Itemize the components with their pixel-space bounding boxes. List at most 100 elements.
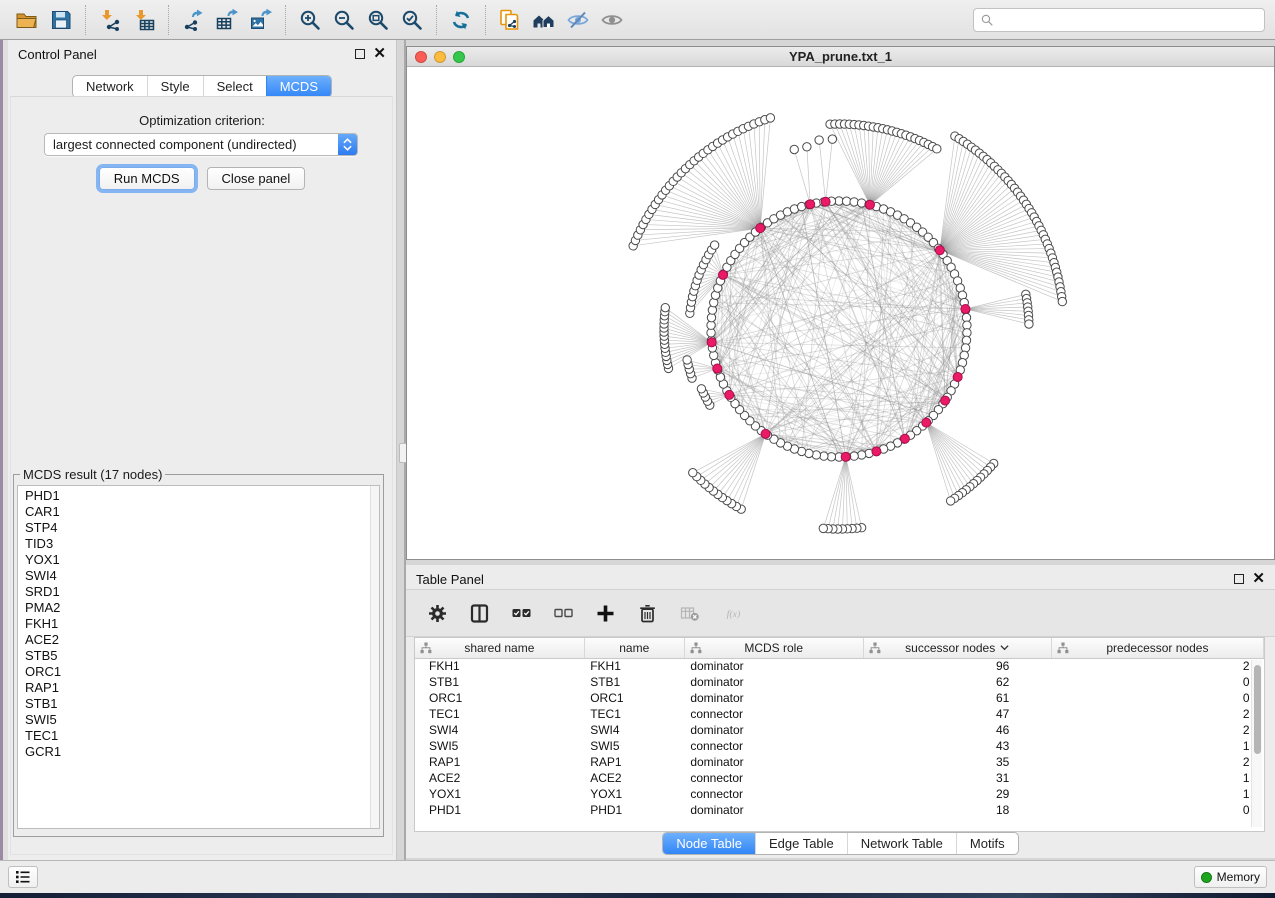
close-panel-button[interactable]: Close panel [207,167,306,190]
search-input[interactable] [994,10,1258,30]
table-row[interactable]: SWI5SWI5connector431 [415,738,1264,754]
window-minimize-button[interactable] [434,51,446,63]
table-row[interactable]: ACE2ACE2connector311 [415,770,1264,786]
table-scrollbar-thumb[interactable] [1254,665,1261,754]
network-edges [633,118,1062,529]
network-window-titlebar[interactable]: YPA_prune.txt_1 [407,47,1274,67]
open-file-button[interactable] [10,4,44,36]
tab-network-table[interactable]: Network Table [847,833,956,854]
export-network-button[interactable] [176,4,210,36]
search-icon [980,13,994,27]
table-row[interactable]: SWI4SWI4dominator462 [415,722,1264,738]
mcds-node-item[interactable]: FKH1 [25,616,379,632]
mcds-node-item[interactable]: SRD1 [25,584,379,600]
mcds-node-item[interactable]: PHD1 [25,488,379,504]
network-canvas[interactable] [407,67,1274,559]
close-table-panel-icon[interactable]: ✕ [1252,574,1265,584]
cell: SWI4 [415,722,584,738]
zoom-in-icon [298,8,322,32]
column-header-mcds-role[interactable]: MCDS role [684,638,863,658]
criterion-select[interactable]: largest connected component (undirected) [44,133,358,156]
tab-mcds[interactable]: MCDS [266,76,331,97]
tab-motifs[interactable]: Motifs [956,833,1018,854]
table-row[interactable]: YOX1YOX1connector291 [415,786,1264,802]
mcds-node-item[interactable]: STP4 [25,520,379,536]
window-close-button[interactable] [415,51,427,63]
zoom-out-button[interactable] [327,4,361,36]
mcds-hub-node [707,338,716,347]
run-mcds-button[interactable]: Run MCDS [99,167,195,190]
mcds-node-item[interactable]: SWI5 [25,712,379,728]
import-network-button[interactable] [93,4,127,36]
mcds-node-item[interactable]: TID3 [25,536,379,552]
mcds-node-item[interactable]: TEC1 [25,728,379,744]
add-column-button[interactable] [592,600,618,626]
mcds-node-item[interactable]: RAP1 [25,680,379,696]
mcds-node-item[interactable]: YOX1 [25,552,379,568]
table-row[interactable]: RAP1RAP1dominator352 [415,754,1264,770]
close-panel-icon[interactable]: ✕ [373,49,386,59]
column-header-predecessor-nodes[interactable]: predecessor nodes [1051,638,1263,658]
column-header-shared-name[interactable]: shared name [415,638,584,658]
import-table-button[interactable] [127,4,161,36]
mcds-node-item[interactable]: SWI4 [25,568,379,584]
tab-network[interactable]: Network [73,76,147,97]
hide-selected-button[interactable] [561,4,595,36]
columns-icon [469,603,490,624]
table-row[interactable]: PHD1PHD1dominator180 [415,802,1264,818]
deselect-all-button[interactable] [550,600,576,626]
mcds-node-item[interactable]: STB1 [25,696,379,712]
column-visibility-button[interactable] [466,600,492,626]
result-scrollbar[interactable] [370,486,379,828]
show-panels-button[interactable] [8,866,38,888]
tab-style[interactable]: Style [147,76,203,97]
tab-select[interactable]: Select [203,76,266,97]
mcds-result-listbox[interactable]: PHD1CAR1STP4TID3YOX1SWI4SRD1PMA2FKH1ACE2… [17,485,380,829]
window-maximize-button[interactable] [453,51,465,63]
ndex-button[interactable] [527,4,561,36]
table-row[interactable]: STB1STB1dominator620 [415,674,1264,690]
tab-node-table[interactable]: Node Table [663,833,755,854]
import-table-icon [132,8,156,32]
table-row[interactable]: TEC1TEC1connector472 [415,706,1264,722]
table-row[interactable]: FKH1FKH1dominator962 [415,658,1264,674]
float-table-panel-icon[interactable] [1234,574,1244,584]
save-session-button[interactable] [44,4,78,36]
table-scrollbar[interactable] [1251,660,1262,827]
import-network-icon [98,8,122,32]
mcds-hub-node [872,447,881,456]
refresh-button[interactable] [444,4,478,36]
column-header-name[interactable]: name [584,638,684,658]
memory-button[interactable]: Memory [1194,866,1267,888]
cell: 2 [1051,722,1263,738]
delete-column-button[interactable] [634,600,660,626]
table-settings-button[interactable] [424,600,450,626]
mcds-node-item[interactable]: GCR1 [25,744,379,760]
float-panel-icon[interactable] [355,49,365,59]
table-row[interactable]: ORC1ORC1dominator610 [415,690,1264,706]
cell: 29 [863,786,1051,802]
mcds-node-item[interactable]: ORC1 [25,664,379,680]
mcds-node-item[interactable]: STB5 [25,648,379,664]
mcds-hub-node [761,429,770,438]
cell: SWI4 [584,722,684,738]
cytoscape-app: Control Panel ✕ NetworkStyleSelectMCDS O… [0,0,1275,898]
mcds-node-item[interactable]: CAR1 [25,504,379,520]
zoom-selected-button[interactable] [395,4,429,36]
mcds-hub-node [865,200,874,209]
cell: dominator [684,754,863,770]
select-all-button[interactable] [508,600,534,626]
mcds-node-item[interactable]: PMA2 [25,600,379,616]
tab-edge-table[interactable]: Edge Table [755,833,847,854]
zoom-in-button[interactable] [293,4,327,36]
search-box[interactable] [973,8,1265,32]
clone-network-button[interactable] [493,4,527,36]
zoom-fit-button[interactable] [361,4,395,36]
export-image-button[interactable] [244,4,278,36]
gear-icon [427,603,448,624]
export-table-button[interactable] [210,4,244,36]
mcds-node-item[interactable]: ACE2 [25,632,379,648]
show-all-button[interactable] [595,4,629,36]
column-header-successor-nodes[interactable]: successor nodes [863,638,1051,658]
toolbar-separator [168,5,169,35]
